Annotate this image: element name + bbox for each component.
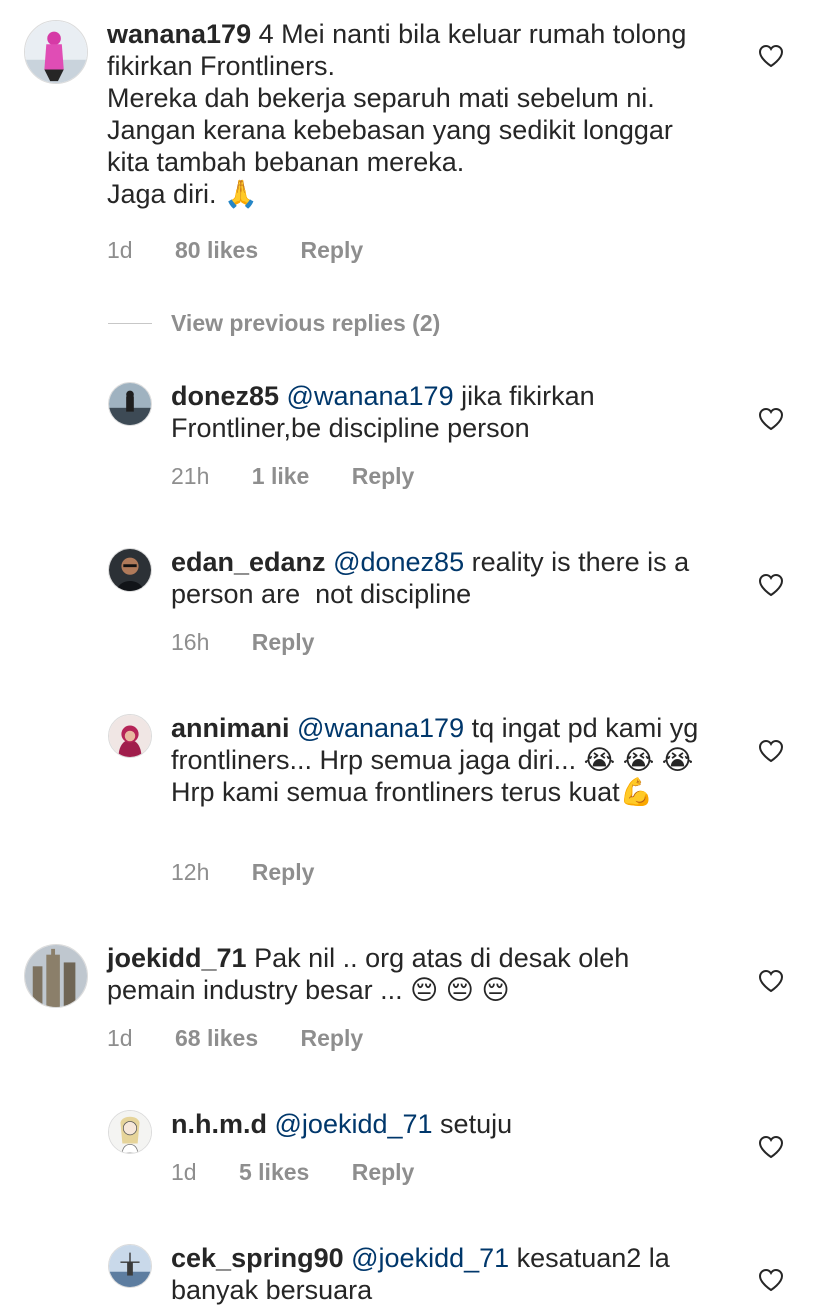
comment-text: annimani @wanana179 tq ingat pd kami yg … bbox=[171, 712, 721, 808]
comment-time: 21h bbox=[171, 463, 210, 489]
reply-button[interactable]: Reply bbox=[301, 1025, 364, 1051]
comment-meta: 1d 5 likes Reply bbox=[171, 1158, 450, 1186]
like-heart-icon[interactable] bbox=[758, 573, 784, 597]
comment-likes[interactable]: 68 likes bbox=[175, 1025, 258, 1051]
avatar[interactable] bbox=[108, 548, 152, 592]
like-heart-icon[interactable] bbox=[758, 969, 784, 993]
comment-username[interactable]: edan_edanz bbox=[171, 547, 326, 577]
comment-meta: 12h Reply bbox=[171, 858, 350, 886]
comment-mention[interactable]: @donez85 bbox=[333, 547, 464, 577]
view-previous-replies-label[interactable]: View previous replies (2) bbox=[171, 310, 440, 337]
comment-mention[interactable]: @joekidd_71 bbox=[351, 1243, 509, 1273]
comment-body: setuju bbox=[432, 1109, 513, 1139]
comment-time: 16h bbox=[171, 629, 210, 655]
comment-text: edan_edanz @donez85 reality is there is … bbox=[171, 546, 721, 610]
comment-meta: 1d 80 likes Reply bbox=[107, 236, 399, 264]
comment-likes[interactable]: 5 likes bbox=[239, 1159, 309, 1185]
comment-username[interactable]: donez85 bbox=[171, 381, 279, 411]
like-heart-icon[interactable] bbox=[758, 739, 784, 763]
comment-username[interactable]: wanana179 bbox=[107, 19, 251, 49]
reply-button[interactable]: Reply bbox=[301, 237, 364, 263]
comment-time: 1d bbox=[171, 1159, 197, 1185]
comment-text: wanana179 4 Mei nanti bila keluar rumah … bbox=[107, 18, 717, 210]
comment-time: 1d bbox=[107, 237, 133, 263]
comment-username[interactable]: n.h.m.d bbox=[171, 1109, 267, 1139]
divider bbox=[108, 322, 152, 324]
comment-text: n.h.m.d @joekidd_71 setuju bbox=[171, 1108, 721, 1140]
view-previous-replies[interactable]: View previous replies (2) bbox=[108, 308, 440, 338]
avatar[interactable] bbox=[108, 1110, 152, 1154]
comment-mention[interactable]: @wanana179 bbox=[297, 713, 464, 743]
avatar[interactable] bbox=[24, 20, 88, 84]
avatar[interactable] bbox=[24, 944, 88, 1008]
like-heart-icon[interactable] bbox=[758, 44, 784, 68]
comment-text: cek_spring90 @joekidd_71 kesatuan2 la ba… bbox=[171, 1242, 721, 1306]
reply-button[interactable]: Reply bbox=[252, 859, 315, 885]
comment-meta: 16h Reply bbox=[171, 628, 350, 656]
comment-likes[interactable]: 80 likes bbox=[175, 237, 258, 263]
like-heart-icon[interactable] bbox=[758, 407, 784, 431]
avatar[interactable] bbox=[108, 382, 152, 426]
like-heart-icon[interactable] bbox=[758, 1135, 784, 1159]
comment-username[interactable]: joekidd_71 bbox=[107, 943, 247, 973]
comment-username[interactable]: cek_spring90 bbox=[171, 1243, 344, 1273]
avatar[interactable] bbox=[108, 714, 152, 758]
comment-time: 1d bbox=[107, 1025, 133, 1051]
comment-mention[interactable]: @wanana179 bbox=[287, 381, 454, 411]
reply-button[interactable]: Reply bbox=[352, 1159, 415, 1185]
like-heart-icon[interactable] bbox=[758, 1268, 784, 1292]
comment-meta: 1d 68 likes Reply bbox=[107, 1024, 399, 1052]
reply-button[interactable]: Reply bbox=[352, 463, 415, 489]
comment-time: 12h bbox=[171, 859, 210, 885]
comment-text: donez85 @wanana179 jika fikirkan Frontli… bbox=[171, 380, 721, 444]
comment-text: joekidd_71 Pak nil .. org atas di desak … bbox=[107, 942, 717, 1006]
comment-meta: 21h 1 like Reply bbox=[171, 462, 450, 490]
comment-likes[interactable]: 1 like bbox=[252, 463, 310, 489]
reply-button[interactable]: Reply bbox=[252, 629, 315, 655]
avatar[interactable] bbox=[108, 1244, 152, 1288]
comment-mention[interactable]: @joekidd_71 bbox=[275, 1109, 433, 1139]
comment-username[interactable]: annimani bbox=[171, 713, 290, 743]
